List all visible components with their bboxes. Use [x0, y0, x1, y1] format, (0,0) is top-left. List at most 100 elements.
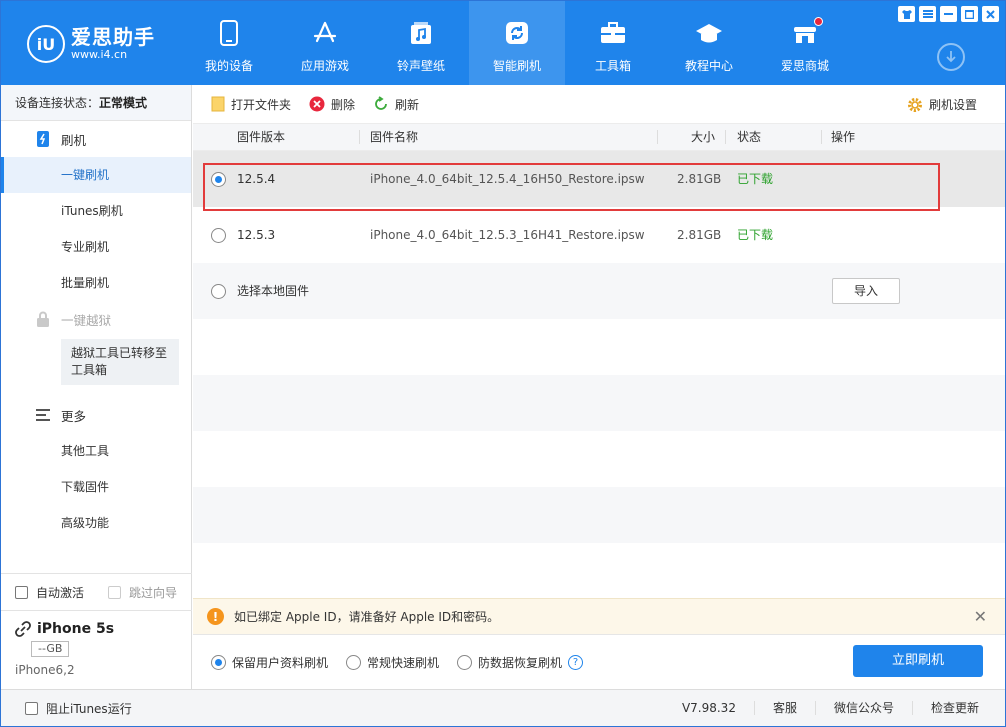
empty-row	[193, 487, 1005, 543]
refresh-button[interactable]: 刷新	[373, 96, 419, 113]
check-update-link[interactable]: 检查更新	[911, 701, 1005, 715]
version-label: V7.98.32	[681, 701, 736, 715]
nav-store[interactable]: 爱思商城	[757, 1, 853, 85]
logo-badge: iU	[27, 25, 65, 63]
folder-icon	[211, 96, 225, 112]
sidebar-item-batch-flash[interactable]: 批量刷机	[1, 265, 191, 301]
sidebar-section-flash[interactable]: 刷机	[1, 121, 191, 157]
option-anti-recovery[interactable]: 防数据恢复刷机	[457, 654, 562, 671]
store-icon	[791, 17, 823, 47]
lock-icon	[35, 311, 51, 327]
sidebar-item-other-tools[interactable]: 其他工具	[1, 433, 191, 469]
gear-icon	[907, 97, 923, 113]
skip-guide-checkbox	[108, 585, 122, 599]
refresh-icon	[373, 96, 389, 112]
open-folder-button[interactable]: 打开文件夹	[211, 96, 291, 113]
import-button[interactable]: 导入	[832, 278, 900, 304]
firmware-row[interactable]: 12.5.3 iPhone_4.0_64bit_12.5.3_16H41_Res…	[193, 207, 1005, 263]
graduation-cap-icon	[695, 19, 723, 47]
option-keep-data[interactable]: 保留用户资料刷机	[211, 654, 328, 671]
main-nav: 我的设备 应用游戏 铃声壁纸 智能刷机 工具箱 教程中心 爱思商城	[181, 1, 853, 85]
nav-smart-flash[interactable]: 智能刷机	[469, 1, 565, 85]
notice-close-icon[interactable]: ✕	[974, 607, 987, 626]
skip-guide-label: 跳过向导	[129, 585, 178, 600]
sidebar-item-download-firmware[interactable]: 下载固件	[1, 469, 191, 505]
sidebar-section-jailbreak: 一键越狱	[1, 301, 191, 337]
warning-icon: !	[207, 608, 224, 625]
auto-activate-label: 自动激活	[36, 585, 85, 600]
menu-icon[interactable]	[919, 6, 936, 22]
local-firmware-row[interactable]: 选择本地固件 导入	[193, 263, 1005, 319]
sidebar-section-label: 更多	[61, 408, 87, 424]
open-folder-label: 打开文件夹	[231, 97, 292, 112]
connection-status: 设备连接状态：正常模式	[1, 85, 191, 121]
flash-settings-label: 刷机设置	[928, 98, 977, 112]
delete-icon	[309, 96, 325, 112]
nav-toolbox[interactable]: 工具箱	[565, 1, 661, 85]
empty-row	[193, 375, 1005, 431]
sidebar-section-label: 刷机	[61, 132, 87, 148]
maximize-icon[interactable]	[961, 6, 978, 22]
minimize-icon[interactable]	[940, 6, 957, 22]
empty-row	[193, 543, 1005, 598]
local-firmware-radio[interactable]	[211, 284, 226, 299]
col-name: 固件名称	[370, 130, 419, 144]
flash-settings-button[interactable]: 刷机设置	[907, 96, 977, 113]
appstore-icon	[311, 19, 339, 47]
connection-status-label: 设备连接状态：	[15, 96, 100, 110]
sidebar: 设备连接状态：正常模式 刷机 一键刷机 iTunes刷机 专业刷机 批量刷机 一…	[1, 85, 192, 689]
firmware-list: 12.5.4 iPhone_4.0_64bit_12.5.4_16H50_Res…	[193, 151, 1005, 598]
auto-activate-checkbox[interactable]	[15, 585, 28, 599]
flash-now-button[interactable]: 立即刷机	[853, 645, 983, 677]
col-size: 大小	[691, 130, 716, 144]
sidebar-options: 自动激活 跳过向导	[1, 573, 192, 610]
option-radio[interactable]	[346, 654, 362, 670]
nav-label: 铃声壁纸	[396, 59, 445, 73]
options-row: 自动激活 跳过向导	[1, 574, 192, 610]
window-controls	[898, 6, 999, 22]
app-window: iU 爱思助手 www.i4.cn 我的设备 应用游戏 铃声壁纸 智能刷机 工具…	[0, 0, 1006, 727]
sidebar-item-one-click-flash[interactable]: 一键刷机	[1, 157, 191, 193]
sidebar-item-pro-flash[interactable]: 专业刷机	[1, 229, 191, 265]
firmware-size: 2.81GB	[677, 228, 722, 242]
nav-label: 爱思商城	[780, 59, 829, 73]
firmware-name: iPhone_4.0_64bit_12.5.3_16H41_Restore.ip…	[370, 228, 645, 242]
device-name-row: iPhone 5s	[15, 621, 178, 637]
device-model: iPhone6,2	[15, 663, 75, 677]
block-itunes-checkbox[interactable]	[25, 701, 38, 715]
skin-icon[interactable]	[898, 6, 915, 22]
firmware-version: 12.5.3	[237, 228, 276, 242]
nav-my-device[interactable]: 我的设备	[181, 1, 277, 85]
main-panel: 打开文件夹 删除 刷新 刷机设置 固件版本 固件名称 大小 状态 操作 12.5…	[193, 85, 1005, 689]
logo-url: www.i4.cn	[71, 48, 128, 61]
nav-tutorials[interactable]: 教程中心	[661, 1, 757, 85]
wechat-link[interactable]: 微信公众号	[814, 701, 912, 715]
col-separator	[725, 130, 726, 144]
nav-label: 工具箱	[594, 59, 631, 73]
sidebar-item-advanced[interactable]: 高级功能	[1, 505, 191, 541]
nav-ringtones[interactable]: 铃声壁纸	[373, 1, 469, 85]
nav-label: 教程中心	[684, 59, 733, 73]
sidebar-item-itunes-flash[interactable]: iTunes刷机	[1, 193, 191, 229]
block-itunes-row: 阻止iTunes运行	[1, 690, 132, 726]
option-radio[interactable]	[211, 654, 226, 670]
nav-apps[interactable]: 应用游戏	[277, 1, 373, 85]
support-link[interactable]: 客服	[753, 701, 815, 715]
delete-button[interactable]: 删除	[309, 96, 355, 113]
notice-bar: ! 如已绑定 Apple ID，请准备好 Apple ID和密码。 ✕	[193, 598, 1005, 634]
firmware-radio[interactable]	[211, 228, 226, 243]
refresh-icon	[503, 19, 531, 47]
option-label: 保留用户资料刷机	[232, 655, 329, 670]
help-icon[interactable]: ?	[568, 654, 584, 670]
sidebar-section-more[interactable]: 更多	[1, 397, 191, 433]
download-icon[interactable]	[937, 43, 965, 71]
refresh-label: 刷新	[395, 97, 420, 112]
option-quick-flash[interactable]: 常规快速刷机	[346, 654, 439, 671]
option-radio[interactable]	[457, 654, 473, 670]
logo: iU 爱思助手 www.i4.cn	[27, 25, 155, 63]
close-icon[interactable]	[982, 6, 999, 22]
link-icon	[15, 621, 31, 637]
col-status: 状态	[737, 130, 762, 144]
col-separator	[657, 130, 658, 144]
nav-label: 应用游戏	[300, 59, 349, 73]
